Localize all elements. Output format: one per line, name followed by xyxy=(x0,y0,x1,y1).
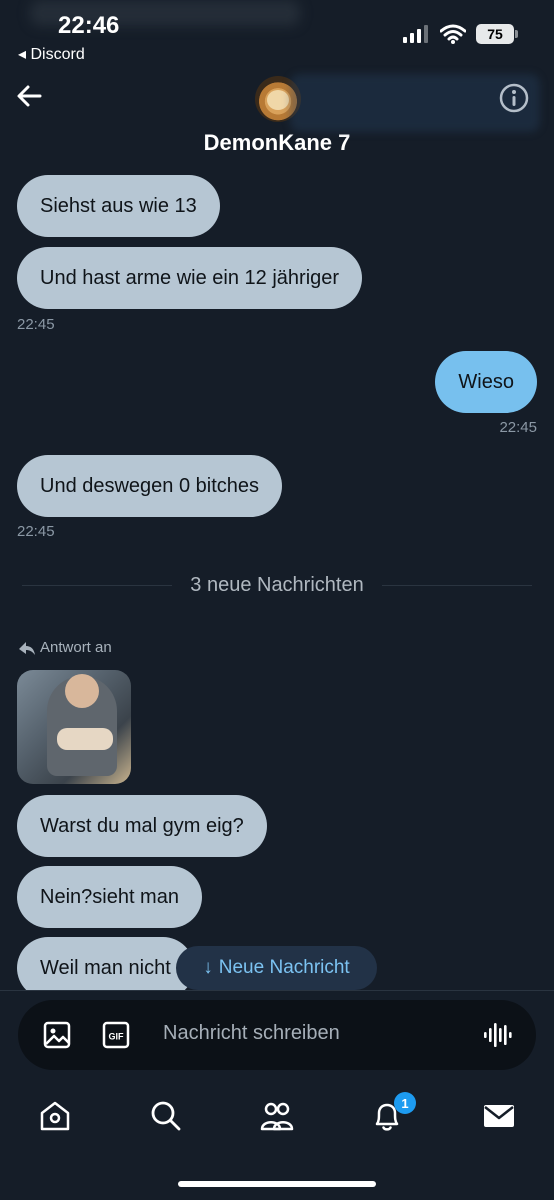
cellular-signal-icon xyxy=(403,25,428,43)
message-timestamp: 22:45 xyxy=(17,523,55,540)
battery-indicator: 75 xyxy=(476,24,518,44)
incoming-message[interactable]: Warst du mal gym eig? xyxy=(17,795,267,857)
incoming-message[interactable]: Siehst aus wie 13 xyxy=(17,175,220,237)
message-list[interactable]: Siehst aus wie 13 Und hast arme wie ein … xyxy=(0,170,554,990)
blurred-area xyxy=(290,74,540,132)
composer-divider xyxy=(0,990,554,991)
back-to-app-link[interactable]: ◂ Discord xyxy=(18,44,85,64)
status-icons: 75 xyxy=(402,24,518,44)
replied-photo[interactable] xyxy=(17,670,131,784)
message-timestamp: 22:45 xyxy=(17,316,55,333)
incoming-message[interactable]: Weil man nicht xyxy=(17,937,194,990)
incoming-message[interactable]: Nein?sieht man xyxy=(17,866,202,928)
home-indicator[interactable] xyxy=(178,1181,376,1187)
reply-label: Antwort an xyxy=(40,639,112,656)
new-message-label: Neue Nachricht xyxy=(218,957,350,978)
back-arrow-icon[interactable] xyxy=(14,80,46,112)
photo-person-head xyxy=(65,674,99,708)
message-timestamp: 22:45 xyxy=(499,419,537,436)
message-composer: GIF xyxy=(18,1000,536,1070)
communities-icon[interactable] xyxy=(260,1099,294,1133)
incoming-message[interactable]: Und hast arme wie ein 12 jähriger xyxy=(17,247,363,309)
new-message-button[interactable]: ↓ Neue Nachricht xyxy=(176,946,377,990)
new-messages-divider: 3 neue Nachrichten xyxy=(190,574,364,596)
voice-message-icon[interactable] xyxy=(482,1020,512,1050)
gif-icon[interactable]: GIF xyxy=(101,1020,131,1050)
home-icon[interactable] xyxy=(38,1099,72,1133)
avatar-face xyxy=(267,90,289,110)
message-input[interactable] xyxy=(163,1022,463,1045)
reply-indicator: Antwort an xyxy=(18,639,112,656)
wifi-icon xyxy=(440,24,466,44)
outgoing-message[interactable]: Wieso xyxy=(435,351,537,413)
status-time: 22:46 xyxy=(58,12,120,39)
svg-text:GIF: GIF xyxy=(109,1032,125,1042)
photo-person-hands xyxy=(57,728,113,750)
search-icon[interactable] xyxy=(149,1099,183,1133)
status-bar: 22:46 ◂ Discord 75 xyxy=(0,0,554,70)
bottom-navigation: 1 xyxy=(0,1085,554,1155)
contact-name[interactable]: DemonKane 7 xyxy=(0,130,554,156)
arrow-down-icon: ↓ xyxy=(203,957,213,978)
reply-arrow-icon xyxy=(19,641,35,655)
messages-envelope-icon[interactable] xyxy=(482,1099,516,1133)
notification-badge: 1 xyxy=(394,1092,416,1114)
image-icon[interactable] xyxy=(42,1020,72,1050)
incoming-message[interactable]: Und deswegen 0 bitches xyxy=(17,455,283,517)
